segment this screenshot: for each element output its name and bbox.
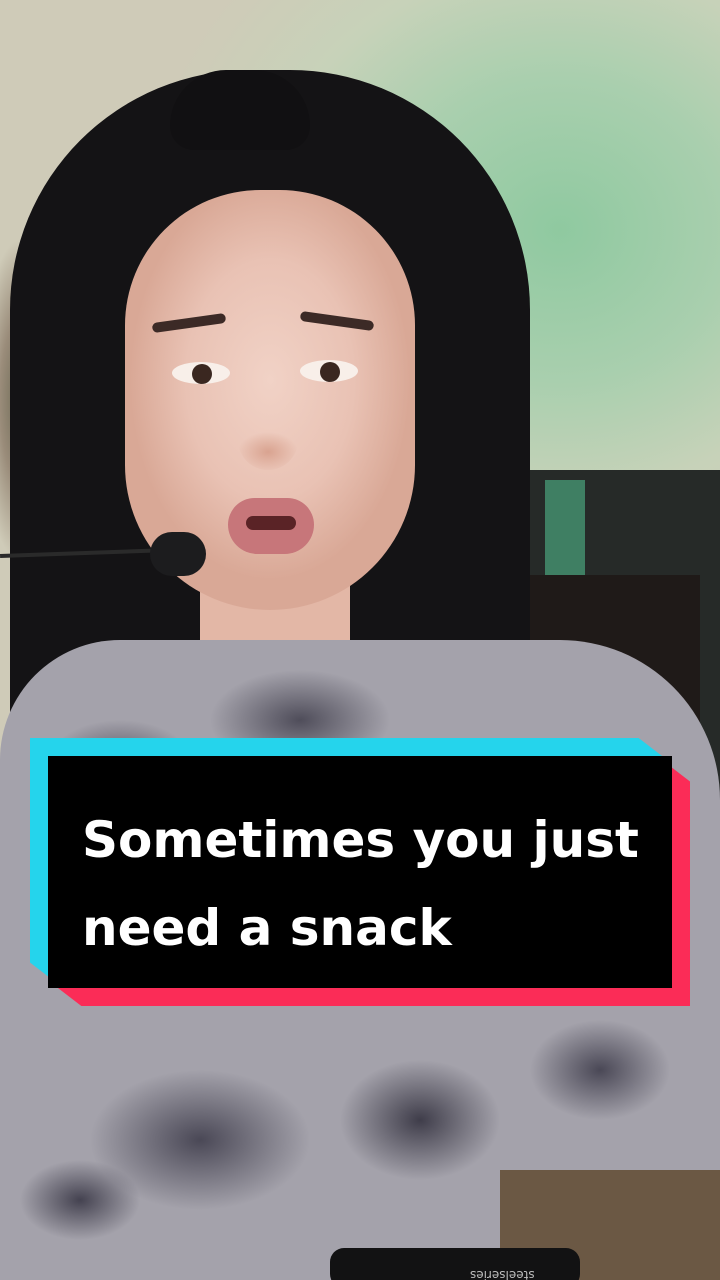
video-frame[interactable]: steelseries Sometimes you just need a sn…	[0, 0, 720, 1280]
caption-text: Sometimes you just need a snack	[82, 796, 662, 972]
person-right-eye	[300, 360, 358, 382]
caption-line-1: Sometimes you just	[82, 811, 639, 869]
mic-icon	[150, 532, 206, 576]
background-wall-strip	[545, 480, 585, 580]
person-left-eye	[172, 362, 230, 384]
caption-line-2: need a snack	[82, 899, 452, 957]
caption-box: Sometimes you just need a snack	[30, 738, 690, 1006]
person-mouth	[228, 498, 314, 554]
person-nose	[238, 380, 298, 470]
keyboard	[330, 1248, 580, 1280]
keyboard-brand-label: steelseries	[470, 1268, 535, 1280]
person-hair-topknot	[170, 70, 310, 150]
